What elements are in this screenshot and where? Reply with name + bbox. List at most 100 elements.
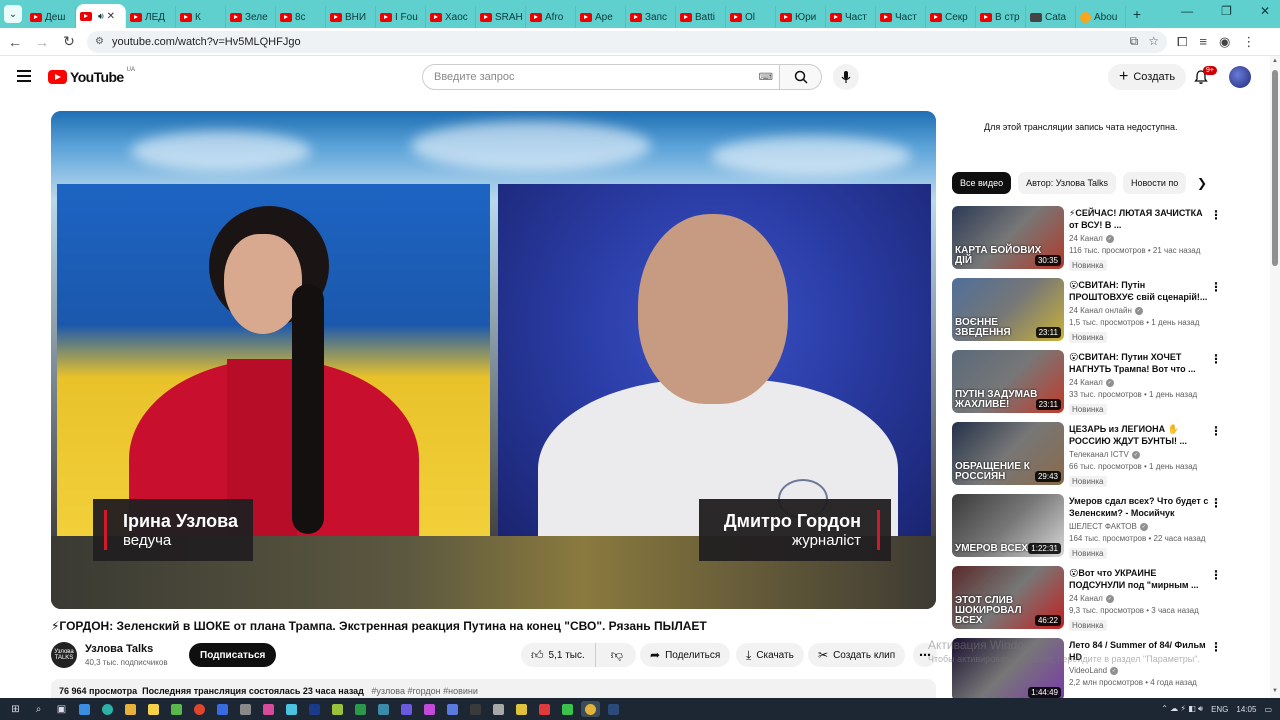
browser-tab[interactable]: Деш [26, 6, 76, 28]
recommended-video[interactable]: ПУТІН ЗАДУМАВ ЖАХЛИВЕ! 23:11 😮СВИТАН: Пути… [952, 350, 1222, 415]
page-scrollbar[interactable] [1270, 56, 1280, 698]
extensions-icon[interactable]: ⧠ [1177, 34, 1187, 50]
browser-tab[interactable]: Част [826, 6, 876, 28]
app-icon-19[interactable] [489, 701, 508, 717]
app-icon-11[interactable] [305, 701, 324, 717]
steam-taskbar-icon[interactable] [604, 701, 623, 717]
channel-avatar[interactable]: Узлова TALKS [51, 642, 77, 668]
browser-tab[interactable]: 🔊︎ ✕ [76, 4, 126, 28]
guide-menu-icon[interactable] [17, 70, 31, 82]
hashtags[interactable]: #узлова #гордон #новини [371, 686, 477, 696]
browser-tab[interactable]: Запс [626, 6, 676, 28]
app-icon-16[interactable] [420, 701, 439, 717]
browser-tab[interactable]: В стр [976, 6, 1026, 28]
app-icon-22[interactable] [558, 701, 577, 717]
omnibox[interactable]: ⚙ youtube.com/watch?v=Hv5MLQHFJgo ⧉ ☆ [87, 30, 1167, 53]
browser-tab[interactable]: Abou [1076, 6, 1126, 28]
browser-tab[interactable]: Част [876, 6, 926, 28]
reading-list-icon[interactable]: ≡ [1199, 34, 1207, 50]
app-icon-4[interactable] [144, 701, 163, 717]
app-icon-9[interactable] [259, 701, 278, 717]
recommended-video[interactable]: УМЕРОВ ВСЕХ С 1:22:31 Умеров сдал всех? Чт… [952, 494, 1222, 559]
scrollbar-thumb[interactable] [1272, 70, 1278, 266]
search-taskbar-icon[interactable]: ⌕ [29, 701, 48, 717]
app-icon-15[interactable] [397, 701, 416, 717]
browser-menu-icon[interactable]: ⋮ [1242, 34, 1255, 50]
app-icon-3[interactable] [121, 701, 140, 717]
app-icon-6[interactable] [190, 701, 209, 717]
browser-tab[interactable]: Ol [726, 6, 776, 28]
video-thumbnail[interactable]: УМЕРОВ ВСЕХ С 1:22:31 [952, 494, 1064, 557]
video-title[interactable]: 😮СВИТАН: Путін ПРОШТОВХУЄ свій сценарій!… [1069, 279, 1209, 303]
app-icon-14[interactable] [374, 701, 393, 717]
browser-tab[interactable]: SRAH [476, 6, 526, 28]
share-button[interactable]: ➦ Поделиться [640, 643, 731, 667]
browser-tab[interactable]: Зеле [226, 6, 276, 28]
video-menu-icon[interactable]: ⋮ [1210, 424, 1222, 438]
app-icon-13[interactable] [351, 701, 370, 717]
download-button[interactable]: ⤓ Скачать [736, 643, 804, 667]
browser-tab[interactable]: К [176, 6, 226, 28]
browser-tab[interactable]: I Fou [376, 6, 426, 28]
browser-tab[interactable]: ЛЕД [126, 6, 176, 28]
video-player[interactable]: Ірина Узлова ведуча Дмитро Гордон журнал… [51, 111, 936, 609]
create-clip-button[interactable]: ✂ Создать клип [808, 643, 906, 667]
app-icon-2[interactable] [98, 701, 117, 717]
app-icon-20[interactable] [512, 701, 531, 717]
browser-tab[interactable]: Хаос [426, 6, 476, 28]
search-button[interactable] [780, 64, 822, 90]
notification-center-icon[interactable]: ▭ [1264, 705, 1272, 714]
install-app-icon[interactable]: ⧉ [1130, 34, 1139, 49]
search-input[interactable]: Введите запрос ⌨ [422, 64, 780, 90]
channel-name[interactable]: VideoLand [1069, 666, 1107, 675]
keyboard-icon[interactable]: ⌨ [759, 72, 773, 83]
new-tab-icon[interactable]: + [1126, 6, 1148, 22]
app-icon-12[interactable] [328, 701, 347, 717]
video-title[interactable]: ЦЕЗАРЬ из ЛЕГИОНА ✋ РОССИЮ ЖДУТ БУНТЫ! .… [1069, 423, 1209, 447]
chip-news[interactable]: Новости по [1123, 172, 1187, 194]
video-title[interactable]: Умеров сдал всех? Что будет с Зеленским?… [1069, 495, 1209, 519]
profile-icon[interactable]: ◉ [1219, 34, 1230, 50]
chevron-right-icon[interactable]: ❯ [1197, 176, 1207, 190]
video-menu-icon[interactable]: ⋮ [1210, 352, 1222, 366]
browser-tab[interactable]: Batti [676, 6, 726, 28]
like-button[interactable]: 👍︎ 5,1 тыс. [521, 643, 596, 667]
input-language[interactable]: ENG [1211, 705, 1228, 714]
forward-icon[interactable]: → [30, 30, 54, 54]
video-menu-icon[interactable]: ⋮ [1210, 280, 1222, 294]
minimize-icon[interactable]: — [1181, 4, 1193, 18]
app-icon-5[interactable] [167, 701, 186, 717]
video-menu-icon[interactable]: ⋮ [1210, 496, 1222, 510]
task-view-icon[interactable]: ▣ [52, 701, 71, 717]
tray-icons[interactable]: ⌃ ☁ ⚡ ◧ 🔊︎ [1161, 704, 1203, 714]
start-icon[interactable]: ⊞ [6, 701, 25, 717]
video-menu-icon[interactable]: ⋮ [1210, 208, 1222, 222]
app-icon-21[interactable] [535, 701, 554, 717]
youtube-logo[interactable]: YouTube UA [48, 67, 135, 85]
browser-tab[interactable]: ВНИ [326, 6, 376, 28]
browser-tab[interactable]: Ape [576, 6, 626, 28]
back-icon[interactable]: ← [3, 30, 27, 54]
dislike-button[interactable]: 👎︎ [601, 643, 633, 667]
scroll-up-arrow-icon[interactable]: ▲ [1272, 58, 1278, 64]
account-avatar[interactable] [1229, 66, 1251, 88]
subscribe-button[interactable]: Подписаться [189, 643, 277, 667]
audio-playing-icon[interactable]: 🔊︎ [98, 11, 104, 22]
app-icon-18[interactable] [466, 701, 485, 717]
chrome-taskbar-icon[interactable] [581, 701, 600, 717]
chip-all-videos[interactable]: Все видео [952, 172, 1012, 194]
video-title[interactable]: 😮Вот что УКРАИНЕ ПОДСУНУЛИ под "мирным .… [1069, 567, 1209, 591]
video-thumbnail[interactable]: ПУТІН ЗАДУМАВ ЖАХЛИВЕ! 23:11 [952, 350, 1064, 413]
app-icon-8[interactable] [236, 701, 255, 717]
recommended-video[interactable]: ЭТОТ СЛИВ ШОКИРОВАЛ ВСЕХ 46:22 😮Вот что УК… [952, 566, 1222, 631]
scroll-down-arrow-icon[interactable]: ▼ [1272, 688, 1278, 694]
video-menu-icon[interactable]: ⋮ [1210, 640, 1222, 654]
channel-name[interactable]: Телеканал ICTV [1069, 450, 1129, 459]
chip-by-author[interactable]: Автор: Узлова Talks [1018, 172, 1116, 194]
video-menu-icon[interactable]: ⋮ [1210, 568, 1222, 582]
channel-name[interactable]: ШЕЛЕСТ ФАКТОВ [1069, 522, 1137, 531]
voice-search-button[interactable] [833, 64, 859, 90]
create-button[interactable]: + Создать [1108, 64, 1187, 90]
clock[interactable]: 14:05 [1236, 705, 1256, 714]
channel-name[interactable]: 24 Канал [1069, 378, 1103, 387]
